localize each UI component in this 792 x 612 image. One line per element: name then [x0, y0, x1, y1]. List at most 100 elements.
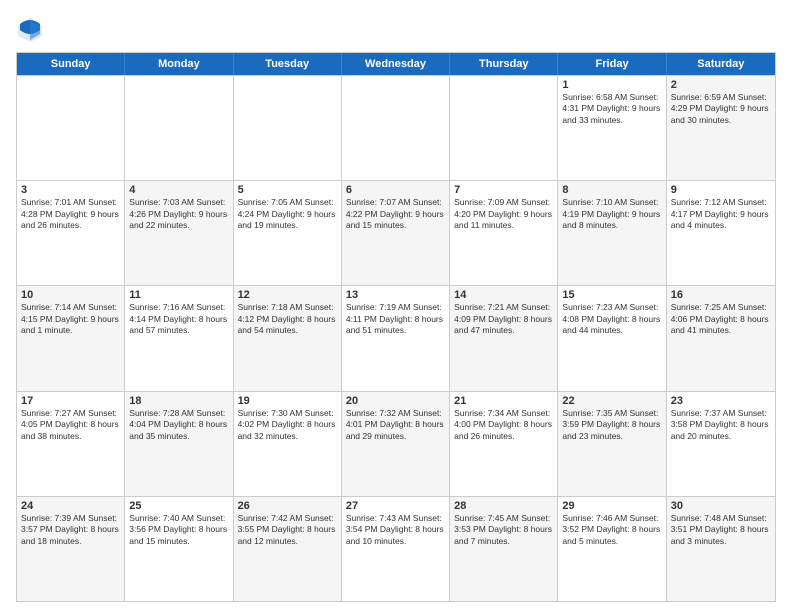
cell-day-number: 3 [21, 184, 120, 196]
calendar-cell: 18Sunrise: 7:28 AM Sunset: 4:04 PM Dayli… [125, 392, 233, 496]
calendar-cell: 25Sunrise: 7:40 AM Sunset: 3:56 PM Dayli… [125, 497, 233, 601]
cell-day-number: 30 [671, 500, 771, 512]
calendar-cell: 15Sunrise: 7:23 AM Sunset: 4:08 PM Dayli… [558, 286, 666, 390]
cell-info-text: Sunrise: 7:18 AM Sunset: 4:12 PM Dayligh… [238, 302, 337, 336]
calendar-cell: 3Sunrise: 7:01 AM Sunset: 4:28 PM Daylig… [17, 181, 125, 285]
calendar-cell: 19Sunrise: 7:30 AM Sunset: 4:02 PM Dayli… [234, 392, 342, 496]
calendar-row: 3Sunrise: 7:01 AM Sunset: 4:28 PM Daylig… [17, 180, 775, 285]
cell-day-number: 29 [562, 500, 661, 512]
calendar-cell: 2Sunrise: 6:59 AM Sunset: 4:29 PM Daylig… [667, 76, 775, 180]
cell-info-text: Sunrise: 7:16 AM Sunset: 4:14 PM Dayligh… [129, 302, 228, 336]
cell-info-text: Sunrise: 7:40 AM Sunset: 3:56 PM Dayligh… [129, 513, 228, 547]
cell-info-text: Sunrise: 7:34 AM Sunset: 4:00 PM Dayligh… [454, 408, 553, 442]
cell-info-text: Sunrise: 7:03 AM Sunset: 4:26 PM Dayligh… [129, 197, 228, 231]
cell-info-text: Sunrise: 7:28 AM Sunset: 4:04 PM Dayligh… [129, 408, 228, 442]
cell-day-number: 14 [454, 289, 553, 301]
cell-day-number: 7 [454, 184, 553, 196]
cell-info-text: Sunrise: 7:23 AM Sunset: 4:08 PM Dayligh… [562, 302, 661, 336]
cell-day-number: 6 [346, 184, 445, 196]
cell-day-number: 22 [562, 395, 661, 407]
cell-day-number: 1 [562, 79, 661, 91]
cell-info-text: Sunrise: 7:45 AM Sunset: 3:53 PM Dayligh… [454, 513, 553, 547]
cell-day-number: 21 [454, 395, 553, 407]
cell-info-text: Sunrise: 7:10 AM Sunset: 4:19 PM Dayligh… [562, 197, 661, 231]
cell-info-text: Sunrise: 7:39 AM Sunset: 3:57 PM Dayligh… [21, 513, 120, 547]
cell-info-text: Sunrise: 7:32 AM Sunset: 4:01 PM Dayligh… [346, 408, 445, 442]
calendar-cell: 28Sunrise: 7:45 AM Sunset: 3:53 PM Dayli… [450, 497, 558, 601]
calendar-header-cell: Saturday [667, 53, 775, 75]
calendar-cell: 30Sunrise: 7:48 AM Sunset: 3:51 PM Dayli… [667, 497, 775, 601]
cell-info-text: Sunrise: 7:25 AM Sunset: 4:06 PM Dayligh… [671, 302, 771, 336]
calendar-row: 24Sunrise: 7:39 AM Sunset: 3:57 PM Dayli… [17, 496, 775, 601]
cell-day-number: 19 [238, 395, 337, 407]
calendar-cell: 5Sunrise: 7:05 AM Sunset: 4:24 PM Daylig… [234, 181, 342, 285]
cell-info-text: Sunrise: 7:05 AM Sunset: 4:24 PM Dayligh… [238, 197, 337, 231]
calendar-row: 10Sunrise: 7:14 AM Sunset: 4:15 PM Dayli… [17, 285, 775, 390]
calendar-cell [125, 76, 233, 180]
calendar-cell: 6Sunrise: 7:07 AM Sunset: 4:22 PM Daylig… [342, 181, 450, 285]
calendar-cell: 4Sunrise: 7:03 AM Sunset: 4:26 PM Daylig… [125, 181, 233, 285]
cell-info-text: Sunrise: 7:43 AM Sunset: 3:54 PM Dayligh… [346, 513, 445, 547]
calendar-cell: 14Sunrise: 7:21 AM Sunset: 4:09 PM Dayli… [450, 286, 558, 390]
cell-day-number: 9 [671, 184, 771, 196]
calendar-cell: 20Sunrise: 7:32 AM Sunset: 4:01 PM Dayli… [342, 392, 450, 496]
calendar-cell: 27Sunrise: 7:43 AM Sunset: 3:54 PM Dayli… [342, 497, 450, 601]
calendar-cell [17, 76, 125, 180]
calendar-cell [450, 76, 558, 180]
calendar-header-cell: Thursday [450, 53, 558, 75]
calendar-header-cell: Monday [125, 53, 233, 75]
calendar-header-cell: Friday [558, 53, 666, 75]
page: SundayMondayTuesdayWednesdayThursdayFrid… [0, 0, 792, 612]
cell-day-number: 17 [21, 395, 120, 407]
logo-icon [16, 16, 44, 44]
cell-day-number: 18 [129, 395, 228, 407]
cell-day-number: 20 [346, 395, 445, 407]
cell-day-number: 10 [21, 289, 120, 301]
cell-info-text: Sunrise: 7:46 AM Sunset: 3:52 PM Dayligh… [562, 513, 661, 547]
cell-day-number: 13 [346, 289, 445, 301]
calendar-cell [234, 76, 342, 180]
calendar: SundayMondayTuesdayWednesdayThursdayFrid… [16, 52, 776, 602]
cell-day-number: 24 [21, 500, 120, 512]
cell-day-number: 4 [129, 184, 228, 196]
cell-info-text: Sunrise: 7:01 AM Sunset: 4:28 PM Dayligh… [21, 197, 120, 231]
cell-day-number: 26 [238, 500, 337, 512]
calendar-cell: 11Sunrise: 7:16 AM Sunset: 4:14 PM Dayli… [125, 286, 233, 390]
cell-info-text: Sunrise: 7:27 AM Sunset: 4:05 PM Dayligh… [21, 408, 120, 442]
calendar-cell [342, 76, 450, 180]
cell-day-number: 16 [671, 289, 771, 301]
calendar-cell: 12Sunrise: 7:18 AM Sunset: 4:12 PM Dayli… [234, 286, 342, 390]
calendar-cell: 23Sunrise: 7:37 AM Sunset: 3:58 PM Dayli… [667, 392, 775, 496]
cell-day-number: 8 [562, 184, 661, 196]
cell-info-text: Sunrise: 6:58 AM Sunset: 4:31 PM Dayligh… [562, 92, 661, 126]
cell-info-text: Sunrise: 7:21 AM Sunset: 4:09 PM Dayligh… [454, 302, 553, 336]
cell-info-text: Sunrise: 7:48 AM Sunset: 3:51 PM Dayligh… [671, 513, 771, 547]
header [16, 16, 776, 44]
calendar-header: SundayMondayTuesdayWednesdayThursdayFrid… [17, 53, 775, 75]
cell-info-text: Sunrise: 7:07 AM Sunset: 4:22 PM Dayligh… [346, 197, 445, 231]
cell-day-number: 27 [346, 500, 445, 512]
cell-day-number: 2 [671, 79, 771, 91]
cell-day-number: 23 [671, 395, 771, 407]
calendar-cell: 9Sunrise: 7:12 AM Sunset: 4:17 PM Daylig… [667, 181, 775, 285]
calendar-cell: 7Sunrise: 7:09 AM Sunset: 4:20 PM Daylig… [450, 181, 558, 285]
calendar-header-cell: Tuesday [234, 53, 342, 75]
cell-info-text: Sunrise: 7:09 AM Sunset: 4:20 PM Dayligh… [454, 197, 553, 231]
calendar-cell: 13Sunrise: 7:19 AM Sunset: 4:11 PM Dayli… [342, 286, 450, 390]
cell-day-number: 11 [129, 289, 228, 301]
cell-day-number: 25 [129, 500, 228, 512]
calendar-body: 1Sunrise: 6:58 AM Sunset: 4:31 PM Daylig… [17, 75, 775, 601]
calendar-cell: 21Sunrise: 7:34 AM Sunset: 4:00 PM Dayli… [450, 392, 558, 496]
calendar-cell: 10Sunrise: 7:14 AM Sunset: 4:15 PM Dayli… [17, 286, 125, 390]
calendar-cell: 26Sunrise: 7:42 AM Sunset: 3:55 PM Dayli… [234, 497, 342, 601]
calendar-cell: 16Sunrise: 7:25 AM Sunset: 4:06 PM Dayli… [667, 286, 775, 390]
calendar-cell: 22Sunrise: 7:35 AM Sunset: 3:59 PM Dayli… [558, 392, 666, 496]
cell-day-number: 28 [454, 500, 553, 512]
calendar-cell: 17Sunrise: 7:27 AM Sunset: 4:05 PM Dayli… [17, 392, 125, 496]
cell-info-text: Sunrise: 7:35 AM Sunset: 3:59 PM Dayligh… [562, 408, 661, 442]
cell-info-text: Sunrise: 6:59 AM Sunset: 4:29 PM Dayligh… [671, 92, 771, 126]
calendar-cell: 24Sunrise: 7:39 AM Sunset: 3:57 PM Dayli… [17, 497, 125, 601]
calendar-cell: 29Sunrise: 7:46 AM Sunset: 3:52 PM Dayli… [558, 497, 666, 601]
cell-info-text: Sunrise: 7:37 AM Sunset: 3:58 PM Dayligh… [671, 408, 771, 442]
cell-info-text: Sunrise: 7:42 AM Sunset: 3:55 PM Dayligh… [238, 513, 337, 547]
